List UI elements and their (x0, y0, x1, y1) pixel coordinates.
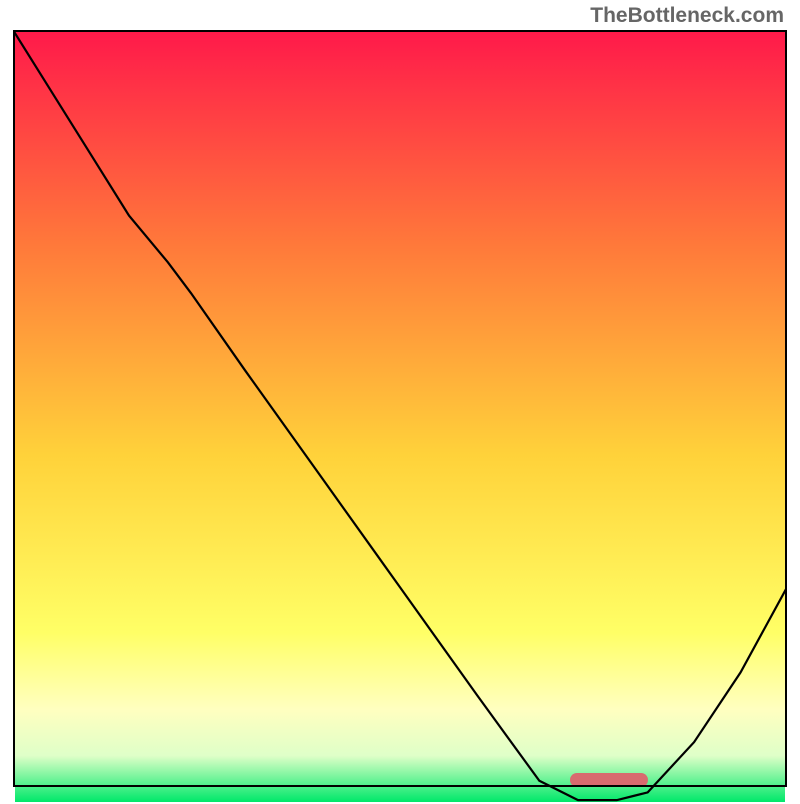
watermark-text: TheBottleneck.com (590, 4, 784, 28)
bottleneck-curve-line (13, 30, 787, 800)
chart-curve-layer (13, 30, 787, 804)
chart-plot-area (13, 30, 787, 787)
